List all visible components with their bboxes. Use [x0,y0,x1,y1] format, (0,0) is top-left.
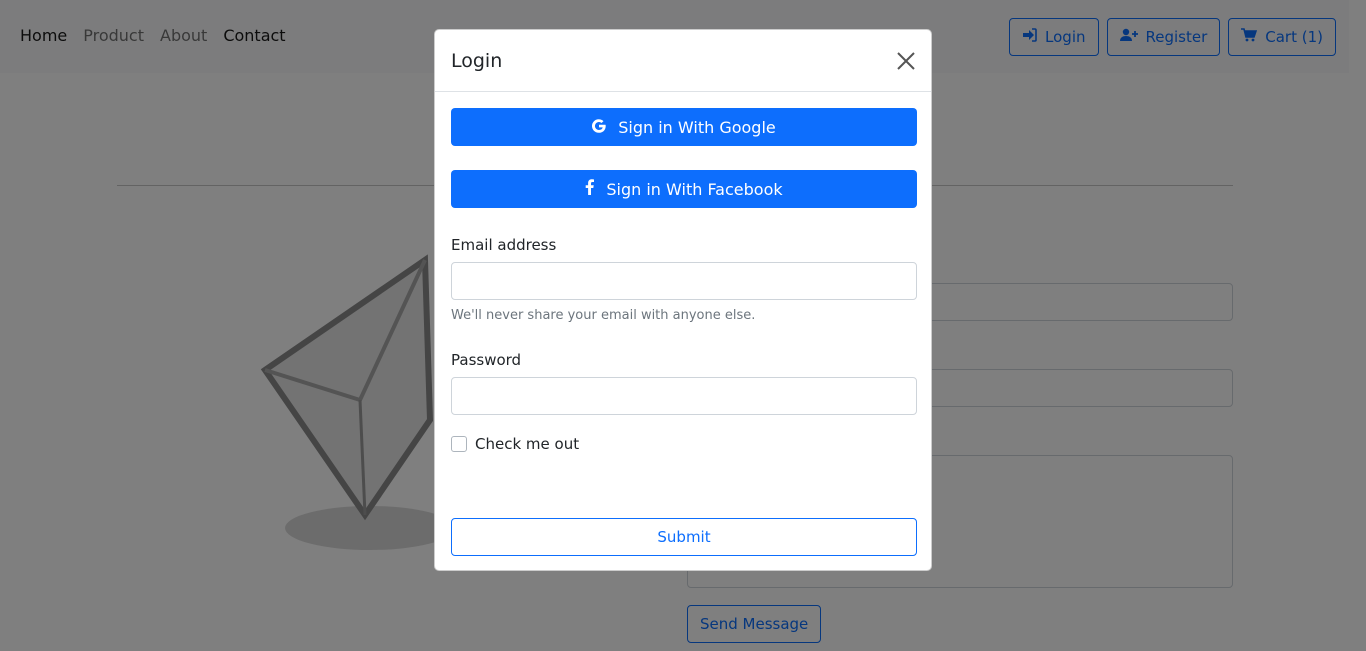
facebook-signin-button[interactable]: Sign in With Facebook [451,170,917,208]
login-modal: Login Sign in With Google Sign in With F… [434,29,932,571]
facebook-icon [585,179,595,199]
email-label: Email address [451,236,557,254]
close-icon [897,52,915,70]
check-me-out-checkbox[interactable] [451,436,467,452]
check-me-out-row: Check me out [451,435,915,453]
email-help-text: We'll never share your email with anyone… [451,308,756,323]
google-icon [592,118,606,137]
email-field[interactable] [451,262,917,300]
modal-body: Sign in With Google Sign in With Faceboo… [435,92,931,469]
google-signin-label: Sign in With Google [618,117,776,137]
password-label: Password [451,351,522,369]
facebook-signin-label: Sign in With Facebook [606,179,783,199]
submit-button[interactable]: Submit [451,518,917,556]
password-field[interactable] [451,377,917,415]
close-button[interactable] [895,50,917,72]
modal-title: Login [451,50,503,72]
modal-header: Login [435,30,931,92]
check-me-out-label[interactable]: Check me out [475,435,579,453]
google-signin-button[interactable]: Sign in With Google [451,108,917,146]
